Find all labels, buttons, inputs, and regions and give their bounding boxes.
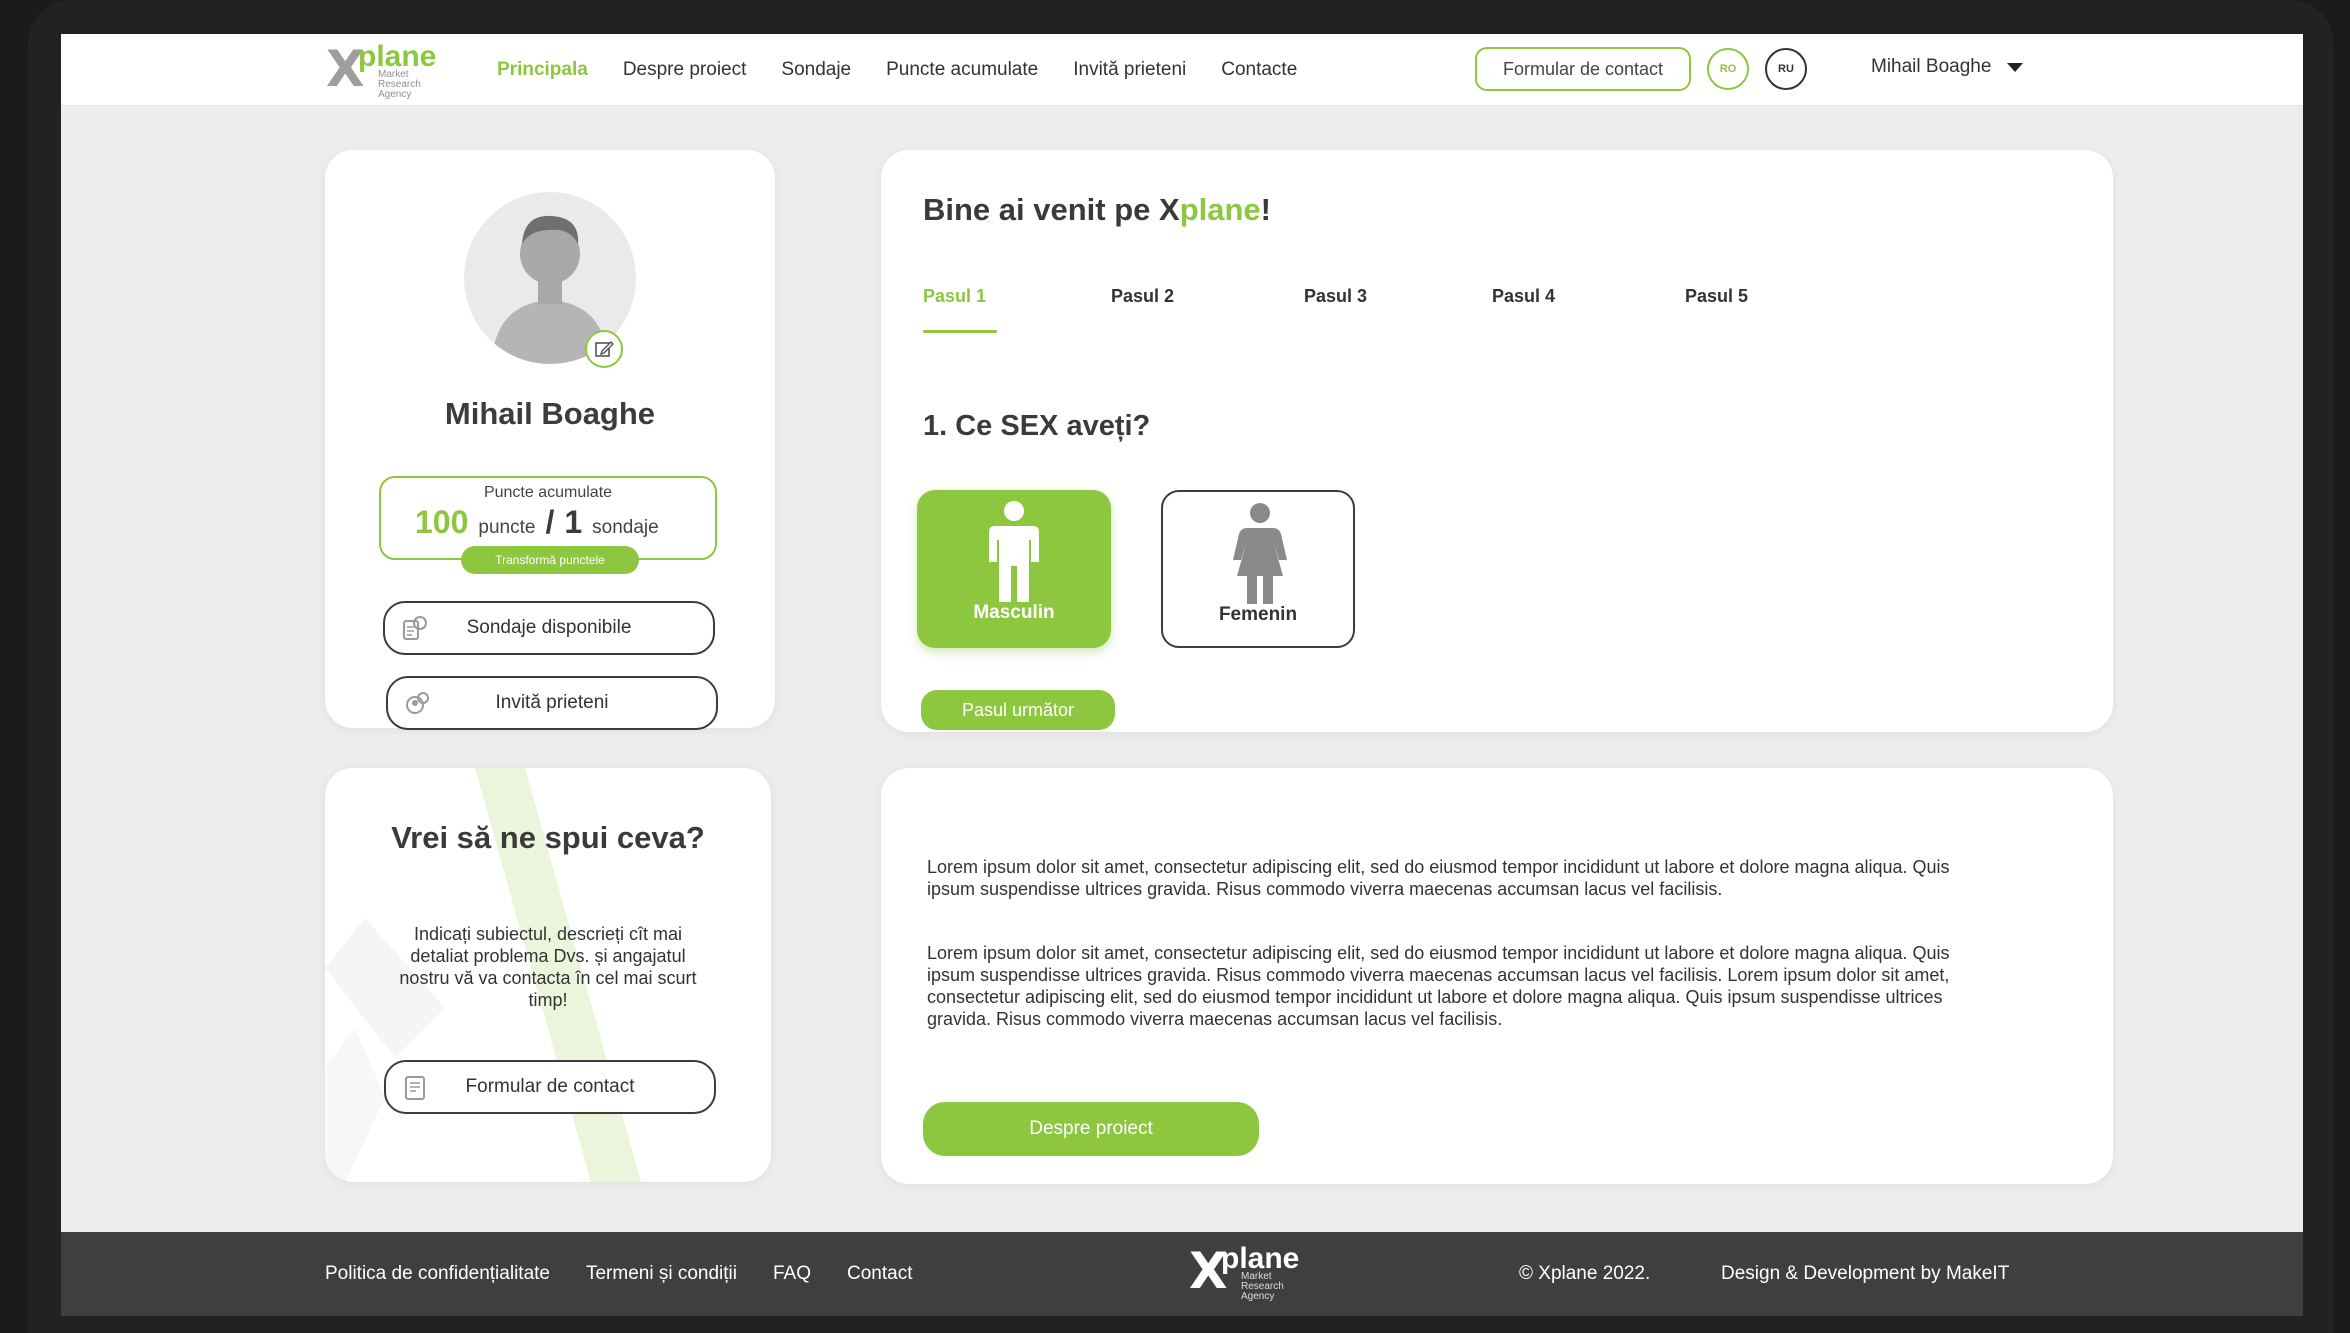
next-step-button[interactable]: Pasul următor	[921, 690, 1115, 730]
header-contact-button[interactable]: Formular de contact	[1475, 47, 1691, 91]
option-male[interactable]: Masculin	[917, 490, 1111, 648]
logo-tagline: Market Research Agency	[378, 69, 421, 100]
tab-step-1[interactable]: Pasul 1	[923, 286, 986, 307]
invite-icon	[406, 692, 429, 714]
survey-icon	[403, 616, 427, 640]
invite-friends-button[interactable]: Invită prieteni	[386, 676, 718, 730]
tab-step-4[interactable]: Pasul 4	[1492, 286, 1555, 307]
option-female-label: Femenin	[1218, 604, 1298, 625]
footer-logo[interactable]: X plane Market Research Agency	[1189, 1242, 1319, 1306]
transform-points-button[interactable]: Transformă punctele	[461, 546, 639, 574]
contact-card-text: Indicați subiectul, descrieți cît mai de…	[399, 924, 697, 1010]
contact-card: Vrei să ne spui ceva? Indicați subiectul…	[325, 768, 771, 1182]
points-label: Puncte acumulate	[483, 484, 613, 501]
footer-copyright: © Xplane 2022.	[1519, 1263, 1651, 1284]
footer-links: Politica de confidențialitate Termeni și…	[325, 1232, 948, 1316]
contact-form-button[interactable]: Formular de contact	[384, 1060, 716, 1114]
form-icon	[405, 1076, 425, 1100]
contact-form-label: Formular de contact	[465, 1076, 635, 1097]
footer: Politica de confidențialitate Termeni și…	[61, 1232, 2303, 1316]
about-paragraph-1: Lorem ipsum dolor sit amet, consectetur …	[927, 857, 1950, 899]
nav-sondaje[interactable]: Sondaje	[781, 59, 851, 81]
user-menu[interactable]: Mihail Boaghe	[1871, 56, 2024, 78]
nav-puncte-acumulate[interactable]: Puncte acumulate	[886, 59, 1038, 81]
edit-icon	[595, 341, 614, 357]
welcome-title: Bine ai venit pe Xplane!	[923, 192, 1271, 228]
option-male-label: Masculin	[973, 602, 1055, 623]
welcome-title-prefix: Bine ai venit pe X	[923, 192, 1180, 227]
tab-step-3[interactable]: Pasul 3	[1304, 286, 1367, 307]
footer-link-contact[interactable]: Contact	[847, 1263, 912, 1285]
active-step-indicator	[923, 330, 997, 333]
male-icon	[989, 501, 1039, 602]
points-divider: /	[545, 504, 555, 540]
about-card: Lorem ipsum dolor sit amet, consectetur …	[881, 768, 2113, 1184]
xplane-logo[interactable]: X plane Market Research Agency	[326, 40, 446, 100]
option-female[interactable]: Femenin	[1161, 490, 1355, 648]
nav-principala[interactable]: Principala	[497, 59, 588, 81]
main-nav: Principala Despre proiect Sondaje Puncte…	[497, 34, 1332, 106]
nav-invita-prieteni[interactable]: Invită prieteni	[1073, 59, 1186, 81]
profile-card: Mihail Boaghe Puncte acumulate 100 punct…	[325, 150, 775, 730]
footer-link-faq[interactable]: FAQ	[773, 1263, 811, 1285]
tab-step-5[interactable]: Pasul 5	[1685, 286, 1748, 307]
available-surveys-button[interactable]: Sondaje disponibile	[383, 601, 715, 655]
surveys-value: 1	[564, 504, 583, 540]
about-paragraph-2: Lorem ipsum dolor sit amet, consectetur …	[927, 943, 1950, 1029]
nav-contacte[interactable]: Contacte	[1221, 59, 1297, 81]
app-screen: X plane Market Research Agency Principal…	[61, 34, 2303, 1316]
points-unit: puncte	[478, 517, 536, 538]
contact-card-title: Vrei să ne spui ceva?	[391, 820, 705, 855]
welcome-title-brand: plane	[1179, 192, 1261, 227]
footer-link-privacy[interactable]: Politica de confidențialitate	[325, 1263, 550, 1285]
surveys-unit: sondaje	[592, 517, 659, 538]
logo-word: plane	[358, 40, 437, 73]
tab-step-2[interactable]: Pasul 2	[1111, 286, 1174, 307]
available-surveys-label: Sondaje disponibile	[466, 617, 632, 638]
footer-logo-tagline: Market Research Agency	[1241, 1271, 1284, 1302]
welcome-title-suffix: !	[1260, 192, 1271, 227]
welcome-card: Bine ai venit pe Xplane! Pasul 1 Pasul 2…	[881, 150, 2113, 732]
female-icon	[1233, 503, 1287, 604]
top-header: X plane Market Research Agency Principal…	[61, 34, 2303, 106]
user-menu-name: Mihail Boaghe	[1871, 56, 1992, 77]
points-summary: Puncte acumulate 100 puncte / 1 sondaje …	[379, 476, 717, 574]
footer-credit[interactable]: Design & Development by MakeIT	[1721, 1232, 2009, 1316]
profile-name: Mihail Boaghe	[444, 396, 656, 431]
footer-link-terms[interactable]: Termeni și condiții	[586, 1263, 737, 1285]
points-line: 100 puncte / 1 sondaje	[415, 504, 659, 541]
edit-avatar-button[interactable]	[585, 330, 623, 368]
footer-logo-word: plane	[1221, 1242, 1300, 1275]
points-value: 100	[415, 504, 469, 540]
invite-friends-label: Invită prieteni	[495, 692, 609, 713]
nav-despre-proiect[interactable]: Despre proiect	[623, 59, 747, 81]
lang-ru-button[interactable]: RU	[1765, 48, 1807, 90]
lang-ro-button[interactable]: RO	[1707, 48, 1749, 90]
question-title: 1. Ce SEX aveți?	[923, 410, 1151, 442]
about-project-button[interactable]: Despre proiect	[923, 1102, 1259, 1156]
caret-down-icon	[2007, 62, 2024, 72]
